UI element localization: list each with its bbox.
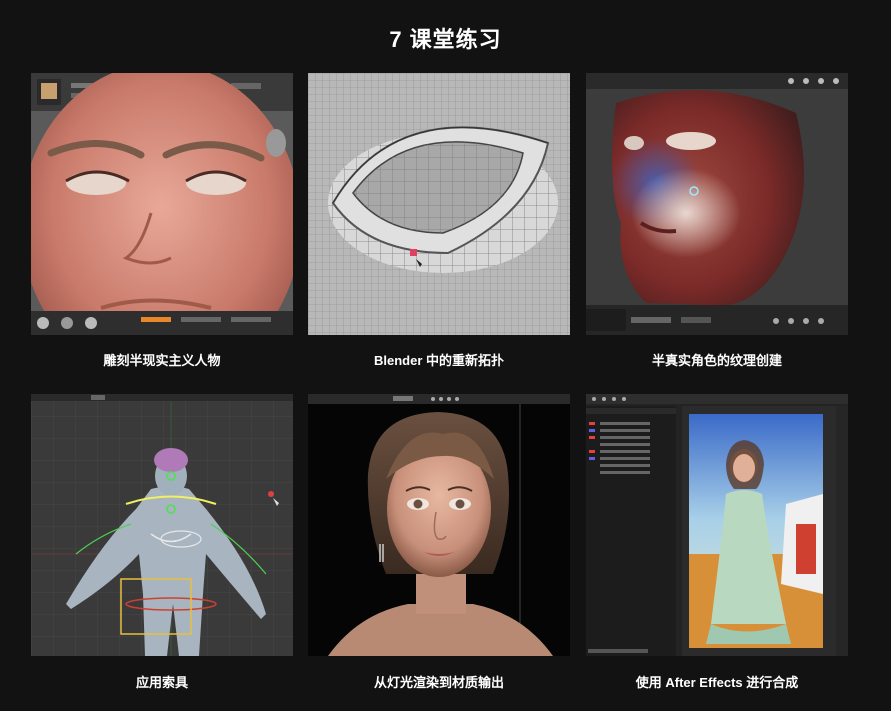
texture-painting-face-thumbnail [586,73,848,335]
lesson-caption-sculpting: 雕刻半现实主义人物 [103,353,221,368]
lesson-card-texturing[interactable] [586,73,848,335]
lesson-card-compositing[interactable] [586,394,848,656]
retopology-wireframe-thumbnail [308,73,570,335]
character-rig-thumbnail [31,394,293,656]
lesson-card-rendering[interactable] [308,394,570,656]
rendered-portrait-thumbnail [308,394,570,656]
zbrush-sculpt-face-thumbnail [31,73,293,335]
after-effects-composite-thumbnail [586,394,848,656]
lesson-card-retopology[interactable] [308,73,570,335]
lesson-caption-rendering: 从灯光渲染到材质输出 [373,675,504,690]
lesson-card-sculpting[interactable] [31,73,293,335]
lesson-caption-retopology: Blender 中的重新拓扑 [373,353,504,368]
lesson-card-rigging[interactable] [31,394,293,656]
lesson-caption-rigging: 应用索具 [135,675,188,690]
lesson-caption-texturing: 半真实角色的纹理创建 [651,353,782,368]
page-title: 7 课堂练习 [389,27,502,52]
lesson-caption-compositing: 使用 After Effects 进行合成 [635,675,799,690]
